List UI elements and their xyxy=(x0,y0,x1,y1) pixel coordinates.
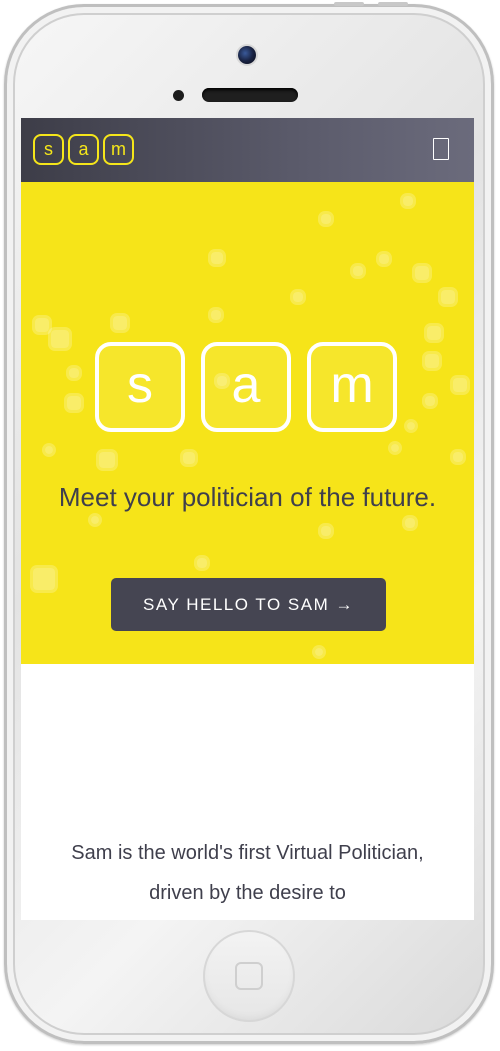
home-square-icon xyxy=(235,962,263,990)
speaker-grille xyxy=(202,88,298,102)
decorative-square xyxy=(453,452,463,462)
decorative-square xyxy=(211,310,221,320)
hero-logo: s a m xyxy=(95,342,397,432)
decorative-square xyxy=(211,252,223,264)
hero-logo-letter: s xyxy=(95,342,185,432)
menu-icon[interactable] xyxy=(433,138,449,160)
sensor-dot xyxy=(173,90,184,101)
decorative-square xyxy=(379,254,389,264)
hero-logo-letter: a xyxy=(201,342,291,432)
decorative-square xyxy=(403,196,413,206)
decorative-square xyxy=(293,292,303,302)
decorative-square xyxy=(427,326,441,340)
decorative-square xyxy=(113,316,127,330)
decorative-square xyxy=(315,648,323,656)
phone-frame: s a m s a m Meet your politician of the … xyxy=(0,0,500,1051)
decorative-square xyxy=(91,516,99,524)
decorative-square xyxy=(353,266,363,276)
decorative-square xyxy=(441,290,455,304)
home-button[interactable] xyxy=(203,930,295,1022)
decorative-square xyxy=(51,330,69,348)
decorative-square xyxy=(99,452,115,468)
decorative-square xyxy=(69,368,79,378)
hero-tagline: Meet your politician of the future. xyxy=(58,482,437,512)
camera-icon xyxy=(238,46,256,64)
decorative-square xyxy=(321,214,331,224)
decorative-square xyxy=(453,378,467,392)
decorative-square xyxy=(67,396,81,410)
decorative-square xyxy=(33,568,55,590)
nav-logo[interactable]: s a m xyxy=(33,134,134,165)
decorative-square xyxy=(197,558,207,568)
decorative-square xyxy=(425,354,439,368)
decorative-square xyxy=(35,318,49,332)
decorative-square xyxy=(321,526,331,536)
navbar: s a m xyxy=(21,118,474,182)
decorative-square xyxy=(415,266,429,280)
decorative-square xyxy=(405,518,415,528)
hero-logo-letter: m xyxy=(307,342,397,432)
hero-section: s a m Meet your politician of the future… xyxy=(21,182,474,664)
decorative-square xyxy=(183,452,195,464)
decorative-square xyxy=(425,396,435,406)
decorative-square xyxy=(45,446,53,454)
intro-text: Sam is the world's first Virtual Politic… xyxy=(71,842,424,904)
decorative-square xyxy=(407,422,415,430)
phone-screen: s a m s a m Meet your politician of the … xyxy=(21,118,474,920)
volume-button xyxy=(334,2,364,6)
nav-logo-letter: m xyxy=(103,134,134,165)
say-hello-button[interactable]: SAY HELLO TO SAM → xyxy=(111,578,386,631)
decorative-square xyxy=(391,444,399,452)
nav-logo-letter: s xyxy=(33,134,64,165)
power-button xyxy=(378,2,408,6)
nav-logo-letter: a xyxy=(68,134,99,165)
